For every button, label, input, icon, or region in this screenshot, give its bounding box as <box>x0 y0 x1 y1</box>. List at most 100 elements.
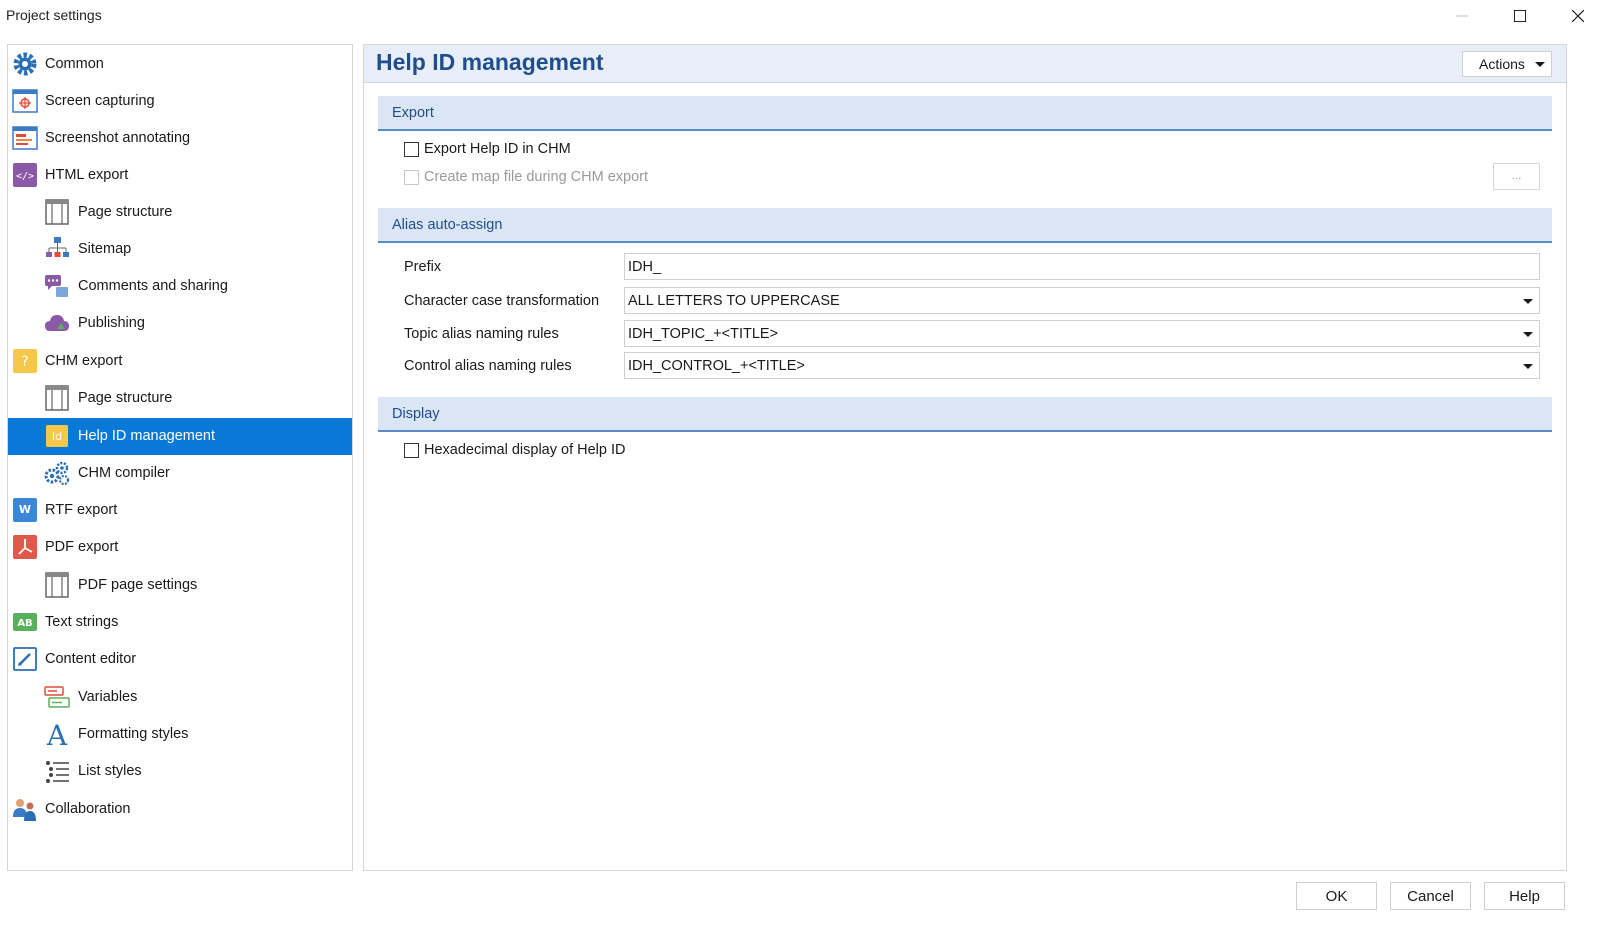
chevron-down-icon <box>1523 364 1533 369</box>
sidebar-item-content-editor[interactable]: Content editor <box>8 641 352 678</box>
sidebar-item-label: Text strings <box>45 614 119 630</box>
sidebar-item-pdf-export[interactable]: PDF export <box>8 529 352 566</box>
chm-icon: ? <box>10 346 40 376</box>
select-value: IDH_TOPIC_+<TITLE> <box>628 326 779 342</box>
sidebar-item-label: Page structure <box>78 390 173 406</box>
sidebar-item-publishing[interactable]: Publishing <box>8 305 352 342</box>
sidebar-item-label: Sitemap <box>78 241 132 257</box>
sidebar-item-rtf-export[interactable]: W RTF export <box>8 492 352 529</box>
font-a-icon: A <box>42 719 72 749</box>
checkbox-label: Create map file during CHM export <box>424 169 649 185</box>
sidebar-item-label: Help ID management <box>78 428 216 444</box>
browse-map-file-button: ... <box>1493 163 1540 190</box>
sidebar-item-chm-compiler[interactable]: CHM compiler <box>8 455 352 492</box>
ok-button[interactable]: OK <box>1296 882 1377 910</box>
case-transformation-label: Character case transformation <box>404 293 600 309</box>
ab-icon: AB <box>10 607 40 637</box>
window-title: Project settings <box>6 7 102 23</box>
sidebar-item-variables[interactable]: Variables <box>8 679 352 716</box>
help-button[interactable]: Help <box>1484 882 1565 910</box>
sidebar-item-html-export[interactable]: </> HTML export <box>8 157 352 194</box>
checkbox-label: Export Help ID in CHM <box>424 141 571 157</box>
panel-header: Help ID management Actions <box>364 45 1566 83</box>
html-icon: </> <box>10 160 40 190</box>
list-icon <box>42 756 72 786</box>
page-structure-icon <box>42 570 72 600</box>
sidebar-item-label: Variables <box>78 689 138 705</box>
control-alias-select[interactable]: IDH_CONTROL_+<TITLE> <box>624 352 1540 379</box>
sidebar-item-html-page-structure[interactable]: Page structure <box>8 194 352 231</box>
maximize-icon <box>1514 10 1526 22</box>
sidebar-item-collaboration[interactable]: Collaboration <box>8 791 352 828</box>
actions-label: Actions <box>1479 56 1525 72</box>
sidebar-item-common[interactable]: Common <box>8 46 352 83</box>
chevron-down-icon <box>1523 299 1533 304</box>
settings-panel: Help ID management Actions Export Export… <box>363 44 1567 871</box>
chevron-down-icon <box>1535 62 1545 67</box>
sidebar-item-label: CHM compiler <box>78 465 170 481</box>
sidebar-item-label: PDF page settings <box>78 577 198 593</box>
close-icon <box>1572 10 1584 22</box>
sidebar-item-label: Comments and sharing <box>78 278 228 294</box>
maximize-button[interactable] <box>1491 0 1549 32</box>
sidebar-item-label: Formatting styles <box>78 726 189 742</box>
section-export-header: Export <box>378 96 1552 131</box>
gear-icon <box>10 49 40 79</box>
checkbox-box[interactable] <box>404 141 419 157</box>
prefix-label: Prefix <box>404 259 442 275</box>
svg-text:W: W <box>19 503 31 516</box>
cloud-icon <box>42 308 72 338</box>
settings-nav-tree: Common Screen capturing Screenshot annot… <box>7 44 353 871</box>
sidebar-item-sitemap[interactable]: Sitemap <box>8 231 352 268</box>
sidebar-item-list-styles[interactable]: List styles <box>8 753 352 790</box>
sidebar-item-chm-page-structure[interactable]: Page structure <box>8 380 352 417</box>
sidebar-item-screen-capturing[interactable]: Screen capturing <box>8 83 352 120</box>
sidebar-item-text-strings[interactable]: AB Text strings <box>8 604 352 641</box>
select-value: ALL LETTERS TO UPPERCASE <box>628 293 840 309</box>
gears-icon <box>42 458 72 488</box>
sidebar-item-label: Content editor <box>45 651 137 667</box>
sidebar-item-help-id-management[interactable]: Id Help ID management <box>8 418 352 455</box>
minimize-icon <box>1456 15 1468 17</box>
annotate-icon <box>10 123 40 153</box>
actions-dropdown-button[interactable]: Actions <box>1462 51 1552 77</box>
prefix-input[interactable] <box>625 254 1539 279</box>
sidebar-item-label: HTML export <box>45 167 129 183</box>
minimize-button[interactable] <box>1433 0 1491 32</box>
sidebar-item-label: Screenshot annotating <box>45 130 191 146</box>
close-button[interactable] <box>1549 0 1597 32</box>
section-title: Export <box>392 105 434 121</box>
section-title: Display <box>392 406 440 422</box>
comments-icon <box>42 271 72 301</box>
sidebar-item-label: Page structure <box>78 204 173 220</box>
checkbox-box[interactable] <box>404 442 419 458</box>
section-alias-header: Alias auto-assign <box>378 208 1552 243</box>
sidebar-item-label: Publishing <box>78 315 145 331</box>
svg-text:AB: AB <box>17 618 32 629</box>
sidebar-item-pdf-page-settings[interactable]: PDF page settings <box>8 567 352 604</box>
topic-alias-select[interactable]: IDH_TOPIC_+<TITLE> <box>624 320 1540 347</box>
page-structure-icon <box>42 383 72 413</box>
sidebar-item-formatting-styles[interactable]: A Formatting styles <box>8 716 352 753</box>
export-help-id-checkbox[interactable]: Export Help ID in CHM <box>404 139 571 159</box>
pdf-icon <box>10 532 40 562</box>
hexadecimal-display-checkbox[interactable]: Hexadecimal display of Help ID <box>404 440 625 460</box>
checkbox-label: Hexadecimal display of Help ID <box>424 442 626 458</box>
case-transformation-select[interactable]: ALL LETTERS TO UPPERCASE <box>624 287 1540 314</box>
sidebar-item-label: PDF export <box>45 539 119 555</box>
title-bar: Project settings <box>0 0 1597 32</box>
collaboration-icon <box>10 794 40 824</box>
sidebar-item-label: Collaboration <box>45 801 131 817</box>
svg-text:?: ? <box>21 354 28 370</box>
svg-text:Id: Id <box>52 430 62 443</box>
cancel-button[interactable]: Cancel <box>1390 882 1471 910</box>
sidebar-item-screenshot-annotating[interactable]: Screenshot annotating <box>8 120 352 157</box>
sidebar-item-label: CHM export <box>45 353 123 369</box>
edit-icon <box>10 644 40 674</box>
sitemap-icon <box>42 234 72 264</box>
sidebar-item-comments-and-sharing[interactable]: Comments and sharing <box>8 268 352 305</box>
sidebar-item-label: Screen capturing <box>45 93 155 109</box>
sidebar-item-chm-export[interactable]: ? CHM export <box>8 343 352 380</box>
section-display-header: Display <box>378 397 1552 432</box>
sidebar-item-label: RTF export <box>45 502 118 518</box>
